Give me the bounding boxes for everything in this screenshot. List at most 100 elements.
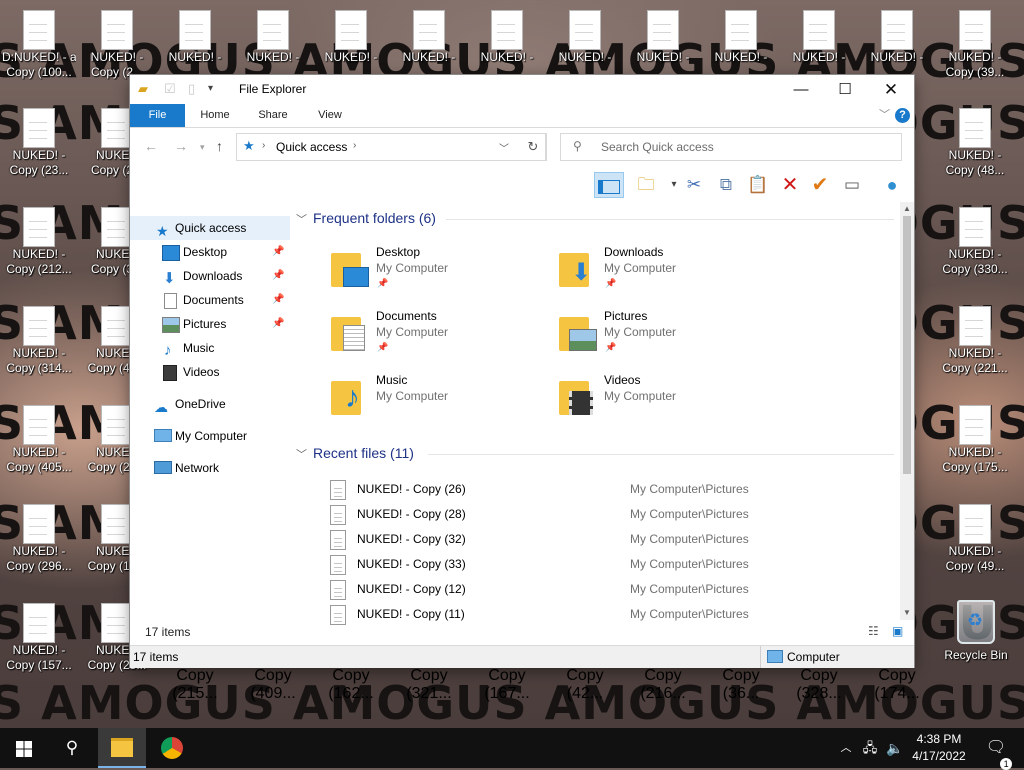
folder-documents[interactable]: Documents My Computer 📌: [331, 309, 551, 365]
desktop-file-icon[interactable]: NUKED! - Copy (212...: [2, 207, 76, 277]
nav-music[interactable]: ♪ Music: [130, 336, 290, 360]
minimize-button[interactable]: —: [778, 75, 824, 104]
breadcrumb-quick-access[interactable]: Quick access: [276, 140, 347, 154]
nav-onedrive[interactable]: ☁ OneDrive: [130, 392, 290, 416]
nav-quick-access[interactable]: ★ Quick access: [130, 216, 290, 240]
tab-file[interactable]: File: [130, 104, 185, 127]
recent-file-row[interactable]: NUKED! - Copy (32) My Computer\Pictures: [296, 528, 896, 552]
recent-file-row[interactable]: NUKED! - Copy (26) My Computer\Pictures: [296, 478, 896, 502]
cut-icon[interactable]: ✂: [680, 172, 708, 198]
scroll-thumb[interactable]: [903, 216, 911, 474]
recent-file-row[interactable]: NUKED! - Copy (28) My Computer\Pictures: [296, 503, 896, 527]
properties-check-icon[interactable]: ✔: [806, 172, 834, 198]
desktop-file-label[interactable]: Copy (42...: [548, 667, 622, 703]
search-input[interactable]: Search Quick access: [601, 140, 714, 154]
desktop-file-icon[interactable]: NUKED! -: [704, 10, 778, 65]
pin-icon[interactable]: 📌: [272, 264, 284, 288]
desktop-file-icon[interactable]: NUKED! - Copy (330...: [938, 207, 1012, 277]
refresh-icon[interactable]: ↻: [520, 133, 547, 161]
folder-pictures[interactable]: Pictures My Computer 📌: [559, 309, 779, 365]
chrome-taskbar-icon[interactable]: [148, 728, 196, 768]
nav-downloads[interactable]: ⬇ Downloads 📌: [130, 264, 290, 288]
address-bar[interactable]: ★ › Quick access › ﹀: [236, 133, 546, 161]
tab-home[interactable]: Home: [192, 104, 238, 127]
action-center-icon[interactable]: 🗨 1: [978, 728, 1014, 770]
folder-desktop[interactable]: Desktop My Computer 📌: [331, 245, 551, 301]
copy-icon[interactable]: ⧉: [712, 172, 740, 198]
vertical-scrollbar[interactable]: ▲ ▼: [900, 202, 914, 620]
start-button[interactable]: [0, 728, 48, 768]
search-taskbar-icon[interactable]: ⚲: [48, 728, 96, 768]
search-box[interactable]: ⚲ Search Quick access: [560, 133, 902, 161]
new-folder-icon[interactable]: ▯: [188, 81, 195, 97]
close-button[interactable]: ✕: [868, 75, 914, 104]
desktop-file-label[interactable]: Copy (216...: [626, 667, 700, 703]
new-item-icon[interactable]: 🗀: [632, 172, 660, 198]
folder-videos[interactable]: Videos My Computer: [559, 373, 779, 429]
file-explorer-taskbar-icon[interactable]: [98, 728, 146, 768]
scroll-down-icon[interactable]: ▼: [900, 606, 914, 620]
scroll-up-icon[interactable]: ▲: [900, 202, 914, 216]
desktop-file-icon[interactable]: NUKED! -: [392, 10, 466, 65]
desktop-file-label[interactable]: Copy (174...: [860, 667, 934, 703]
details-view-icon[interactable]: ☷: [868, 624, 879, 638]
nav-network[interactable]: Network: [130, 456, 290, 480]
recent-file-row[interactable]: NUKED! - Copy (33) My Computer\Pictures: [296, 553, 896, 577]
folder-downloads[interactable]: ⬇ Downloads My Computer 📌: [559, 245, 779, 301]
desktop-file-label[interactable]: Copy (36...: [704, 667, 778, 703]
desktop-file-icon[interactable]: NUKED! -: [860, 10, 934, 65]
nav-documents[interactable]: Documents 📌: [130, 288, 290, 312]
desktop-file-icon[interactable]: D:NUKED! - ar Copy (100...: [2, 10, 76, 80]
nav-my-computer[interactable]: My Computer: [130, 424, 290, 448]
desktop-file-label[interactable]: Copy (167...: [470, 667, 544, 703]
desktop-file-icon[interactable]: NUKED! - Copy (314...: [2, 306, 76, 376]
frequent-folders-header[interactable]: ﹀ Frequent folders (6): [296, 210, 436, 227]
desktop-file-icon[interactable]: NUKED! - Copy (49...: [938, 504, 1012, 574]
help-icon[interactable]: ?: [895, 108, 910, 123]
pin-icon[interactable]: 📌: [272, 240, 284, 264]
up-icon[interactable]: ↑: [216, 138, 223, 154]
back-icon[interactable]: ←: [144, 138, 158, 154]
desktop-file-icon[interactable]: NUKED! - Copy (405...: [2, 405, 76, 475]
pin-icon[interactable]: 📌: [272, 288, 284, 312]
desktop-file-icon[interactable]: NUKED! - Copy (296...: [2, 504, 76, 574]
desktop-file-icon[interactable]: NUKED! - Copy (23...: [2, 108, 76, 178]
desktop-file-icon[interactable]: NUKED! -: [470, 10, 544, 65]
desktop-file-icon[interactable]: NUKED! -: [626, 10, 700, 65]
rename-icon[interactable]: ▭: [838, 172, 866, 198]
address-history-icon[interactable]: ﹀: [499, 140, 509, 155]
nav-videos[interactable]: Videos: [130, 360, 290, 384]
globe-icon[interactable]: ●: [878, 172, 906, 198]
network-status-icon[interactable]: 🖧: [858, 728, 882, 768]
properties-icon[interactable]: ☑: [164, 81, 176, 97]
recycle-bin[interactable]: ♻ Recycle Bin: [940, 600, 1012, 662]
recent-file-row[interactable]: NUKED! - Copy (12) My Computer\Pictures: [296, 578, 896, 602]
desktop-file-icon[interactable]: NUKED! - Copy (39...: [938, 10, 1012, 80]
delete-icon[interactable]: ✕: [776, 172, 804, 198]
maximize-button[interactable]: ☐: [822, 75, 868, 104]
desktop-file-icon[interactable]: NUKED! -: [236, 10, 310, 65]
large-icons-view-icon[interactable]: ▣: [892, 624, 903, 638]
show-hidden-icons-icon[interactable]: ︿: [836, 728, 856, 768]
nav-pictures[interactable]: Pictures 📌: [130, 312, 290, 336]
expand-ribbon-icon[interactable]: ﹀: [879, 106, 890, 122]
desktop-file-label[interactable]: Copy (328...: [782, 667, 856, 703]
breadcrumb-separator-icon[interactable]: ›: [353, 140, 356, 151]
preview-pane-icon[interactable]: [594, 172, 624, 198]
desktop-file-icon[interactable]: NUKED! - Copy (157...: [2, 603, 76, 673]
pin-icon[interactable]: 📌: [272, 312, 284, 336]
desktop-file-label[interactable]: Copy (215...: [158, 667, 232, 703]
breadcrumb-separator-icon[interactable]: ›: [262, 140, 265, 151]
desktop-file-icon[interactable]: NUKED! - Copy (2...: [80, 10, 154, 80]
nav-desktop[interactable]: Desktop 📌: [130, 240, 290, 264]
desktop-file-label[interactable]: Copy (321...: [392, 667, 466, 703]
desktop-file-icon[interactable]: NUKED! -: [158, 10, 232, 65]
desktop-file-icon[interactable]: NUKED! -: [314, 10, 388, 65]
folder-music[interactable]: ♪ Music My Computer: [331, 373, 551, 429]
tab-share[interactable]: Share: [250, 104, 296, 127]
forward-icon[interactable]: →: [174, 138, 188, 154]
desktop-file-icon[interactable]: NUKED! -: [548, 10, 622, 65]
volume-icon[interactable]: 🔈: [884, 728, 906, 768]
customize-toolbar-icon[interactable]: ▾: [208, 83, 213, 94]
clock[interactable]: 4:38 PM 4/17/2022: [906, 731, 972, 765]
